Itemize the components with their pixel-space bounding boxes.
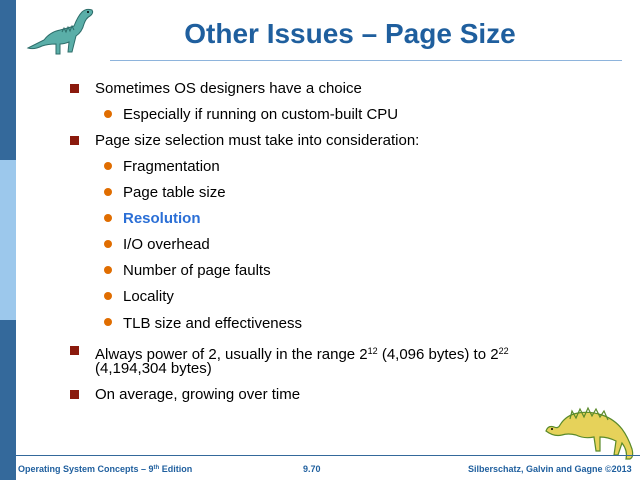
footer-divider (16, 455, 640, 456)
bullet-square-icon (70, 136, 79, 145)
sub-bullet-text: Locality (123, 288, 174, 305)
footer-book-title: Operating System Concepts – 9th Edition (18, 464, 192, 474)
bullet-dot-icon (104, 110, 112, 118)
sub-bullet-text: Fragmentation (123, 158, 220, 175)
exponent: 22 (498, 346, 509, 356)
bullet-text-part: (4,096 bytes) to 2 (377, 346, 499, 363)
bullet-text-continuation: (4,194,304 bytes) (95, 360, 212, 377)
bullet-dot-icon (104, 292, 112, 300)
page-number: 9.70 (303, 464, 321, 474)
bullet-text: Page size selection must take into consi… (95, 132, 420, 149)
footer-text: Edition (159, 464, 193, 474)
bullet-dot-icon (104, 214, 112, 222)
bullet-text: Sometimes OS designers have a choice (95, 80, 362, 97)
sub-bullet-text: I/O overhead (123, 236, 210, 253)
sub-bullet-text: Number of page faults (123, 262, 271, 279)
bullet-dot-icon (104, 188, 112, 196)
bullet-square-icon (70, 84, 79, 93)
bullet-square-icon (70, 346, 79, 355)
sub-bullet-text: Especially if running on custom-built CP… (123, 106, 399, 123)
footer-authors: Silberschatz, Galvin and Gagne ©2013 (468, 464, 632, 474)
bullet-dot-icon (104, 266, 112, 274)
sub-bullet-text: TLB size and effectiveness (123, 315, 302, 332)
exponent: 12 (367, 346, 378, 356)
bullet-text: On average, growing over time (95, 386, 301, 403)
sub-bullet-text: Page table size (123, 184, 226, 201)
bullet-dot-icon (104, 318, 112, 326)
sub-bullet-text-highlighted: Resolution (123, 210, 201, 227)
bullet-dot-icon (104, 240, 112, 248)
footer-text: Operating System Concepts – 9 (18, 464, 154, 474)
dinosaur-footer-icon (545, 406, 634, 460)
bullet-dot-icon (104, 162, 112, 170)
bullet-square-icon (70, 390, 79, 399)
